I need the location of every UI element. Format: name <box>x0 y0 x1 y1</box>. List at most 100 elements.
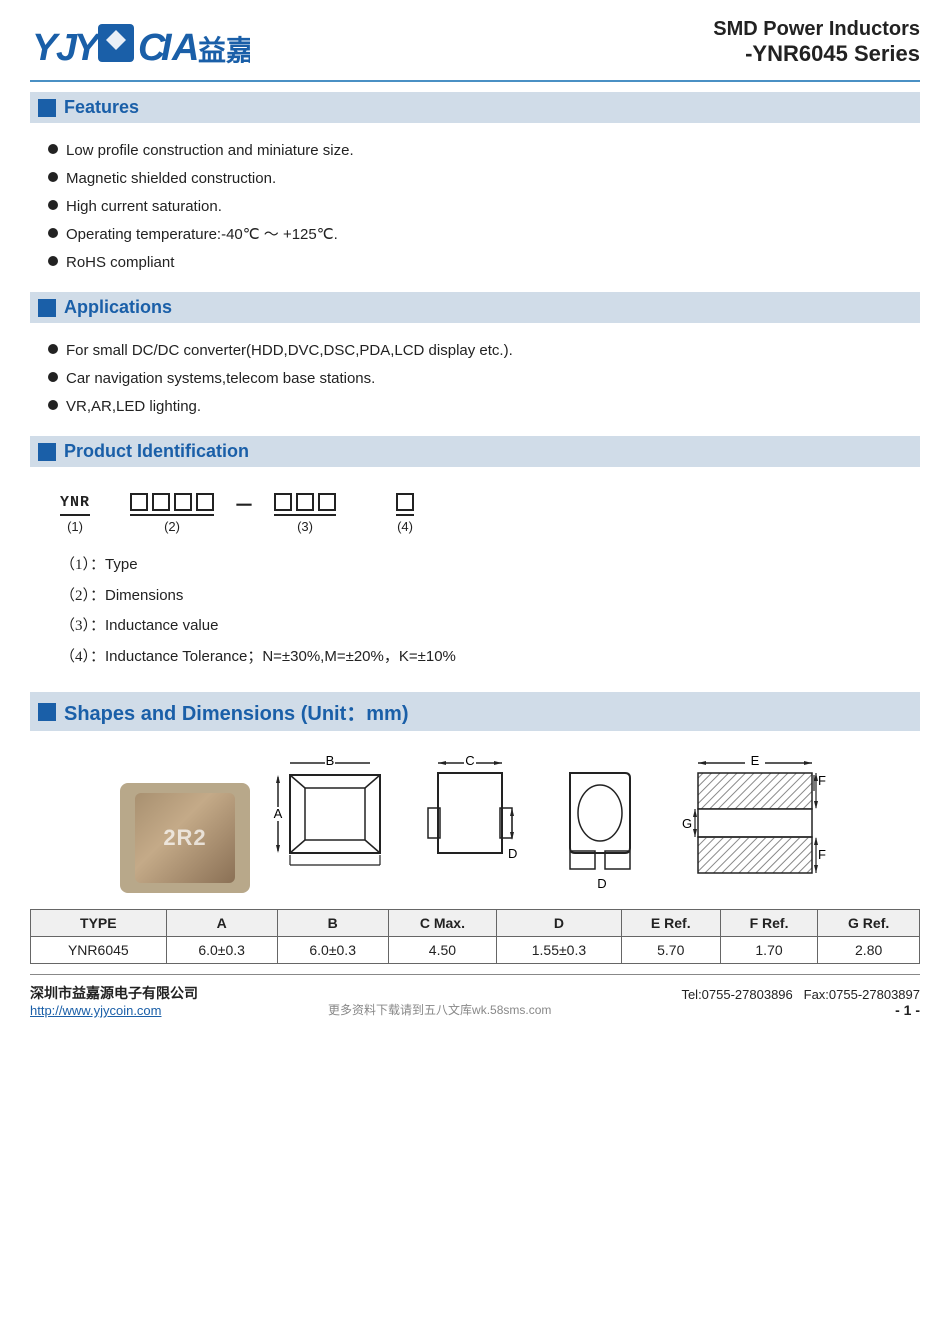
svg-text:C: C <box>465 753 474 768</box>
pid-ynr: YNR <box>60 494 90 516</box>
shapes-section-icon <box>38 703 56 721</box>
app-item-3: VR,AR,LED lighting. <box>66 396 201 417</box>
footer-right: Tel:0755-27803896 Fax:0755-27803897 - 1 … <box>681 987 920 1018</box>
list-item: Car navigation systems,telecom base stat… <box>48 368 920 389</box>
applications-section-header: Applications <box>30 292 920 323</box>
feature-item-4: Operating temperature:-40℃ ～ +125℃. <box>66 224 338 245</box>
list-item: High current saturation. <box>48 196 920 217</box>
feature-item-2: Magnetic shielded construction. <box>66 168 276 189</box>
table-header-eref: E Ref. <box>621 910 720 937</box>
product-id-title: Product Identification <box>64 441 249 462</box>
pid-num-3: (3) <box>297 519 313 534</box>
list-item: For small DC/DC converter(HDD,DVC,DSC,PD… <box>48 340 920 361</box>
features-section-header: Features <box>30 92 920 123</box>
bullet-dot <box>48 372 58 382</box>
svg-text:益嘉源: 益嘉源 <box>198 35 250 66</box>
cross-section-diagram: D <box>540 753 660 893</box>
svg-text:A: A <box>274 806 283 821</box>
pid-box <box>196 493 214 511</box>
logo-svg: Y J Y C I A 益嘉源 <box>30 18 250 70</box>
pid-num-1: (1) <box>67 519 83 534</box>
pid-num-4: (4) <box>397 519 413 534</box>
pid-box <box>318 493 336 511</box>
bullet-dot <box>48 144 58 154</box>
table-header-b: B <box>277 910 388 937</box>
svg-text:D: D <box>597 876 606 891</box>
product-id-section-icon <box>38 443 56 461</box>
list-item: RoHS compliant <box>48 252 920 273</box>
svg-text:A: A <box>171 27 199 69</box>
pid-box <box>396 493 414 511</box>
table-header-a: A <box>166 910 277 937</box>
product-id-section-header: Product Identification <box>30 436 920 467</box>
footer-left: 深圳市益嘉源电子有限公司 http://www.yjycoin.com <box>30 983 198 1018</box>
side-view-diagram: C D <box>420 753 520 893</box>
table-header-cmax: C Max. <box>388 910 496 937</box>
features-title: Features <box>64 97 139 118</box>
table-header-gref: G Ref. <box>818 910 920 937</box>
footer-contact: Tel:0755-27803896 Fax:0755-27803897 <box>681 987 920 1002</box>
bullet-dot <box>48 172 58 182</box>
svg-text:E: E <box>751 753 760 768</box>
table-cell-b: 6.0±0.3 <box>277 937 388 964</box>
page-number: - 1 - <box>681 1002 920 1018</box>
features-section-icon <box>38 99 56 117</box>
svg-text:D: D <box>508 846 517 861</box>
table-cell-gref: 2.80 <box>818 937 920 964</box>
table-header-type: TYPE <box>31 910 167 937</box>
table-cell-eref: 5.70 <box>621 937 720 964</box>
feature-item-1: Low profile construction and miniature s… <box>66 140 354 161</box>
features-list: Low profile construction and miniature s… <box>30 129 920 284</box>
component-photo: 2R2 <box>120 783 250 893</box>
list-item: VR,AR,LED lighting. <box>48 396 920 417</box>
pid-dash: － <box>234 489 254 534</box>
product-id-diagram: YNR (1) (2) － <box>30 473 920 538</box>
side-view-svg: C D <box>420 753 520 893</box>
list-item: Magnetic shielded construction. <box>48 168 920 189</box>
shapes-section-header: Shapes and Dimensions (Unit：mm) <box>30 692 920 731</box>
bullet-dot <box>48 400 58 410</box>
shapes-title-text: Shapes and Dimensions (Unit：mm) <box>64 697 409 726</box>
pid-note-3: （3）：Inductance value <box>60 615 890 638</box>
pid-num-2: (2) <box>164 519 180 534</box>
table-cell-cmax: 4.50 <box>388 937 496 964</box>
table-cell-fref: 1.70 <box>720 937 818 964</box>
app-item-2: Car navigation systems,telecom base stat… <box>66 368 375 389</box>
svg-text:F: F <box>818 847 826 862</box>
cross-section-svg: D <box>540 753 660 893</box>
applications-list: For small DC/DC converter(HDD,DVC,DSC,PD… <box>30 329 920 428</box>
table-header-d: D <box>497 910 622 937</box>
table-cell-a: 6.0±0.3 <box>166 937 277 964</box>
bullet-dot <box>48 344 58 354</box>
footer-watermark: 更多资料下载请到五八文库wk.58sms.com <box>328 1001 551 1018</box>
pid-note-4: （4）：Inductance Tolerance；N=±30%,M=±20%，K… <box>60 646 890 669</box>
table-cell-d: 1.55±0.3 <box>497 937 622 964</box>
top-view-svg: E F G F <box>680 753 830 893</box>
applications-section-icon <box>38 299 56 317</box>
svg-text:G: G <box>682 816 692 831</box>
component-label-text: 2R2 <box>163 825 206 851</box>
table-header-fref: F Ref. <box>720 910 818 937</box>
svg-text:F: F <box>818 773 826 788</box>
pid-box <box>296 493 314 511</box>
list-item: Operating temperature:-40℃ ～ +125℃. <box>48 224 920 245</box>
bullet-dot <box>48 228 58 238</box>
product-id-notes: （1）：Type （2）：Dimensions （3）：Inductance v… <box>30 538 920 684</box>
dimensions-table: TYPE A B C Max. D E Ref. F Ref. G Ref. Y… <box>30 909 920 964</box>
pid-box <box>152 493 170 511</box>
bullet-dot <box>48 256 58 266</box>
list-item: Low profile construction and miniature s… <box>48 140 920 161</box>
header-title: SMD Power Inductors -YNR6045 Series <box>713 18 920 67</box>
svg-text:B: B <box>326 753 335 768</box>
feature-item-3: High current saturation. <box>66 196 222 217</box>
bullet-dot <box>48 200 58 210</box>
footer-company-name: 深圳市益嘉源电子有限公司 <box>30 983 198 1003</box>
page-footer: 深圳市益嘉源电子有限公司 http://www.yjycoin.com 更多资料… <box>30 974 920 1018</box>
applications-title: Applications <box>64 297 172 318</box>
pid-box <box>274 493 292 511</box>
footer-url-link[interactable]: http://www.yjycoin.com <box>30 1003 162 1018</box>
app-item-1: For small DC/DC converter(HDD,DVC,DSC,PD… <box>66 340 513 361</box>
pid-note-1: （1）：Type <box>60 554 890 577</box>
table-cell-type: YNR6045 <box>31 937 167 964</box>
front-view-diagram: B A <box>270 753 400 893</box>
